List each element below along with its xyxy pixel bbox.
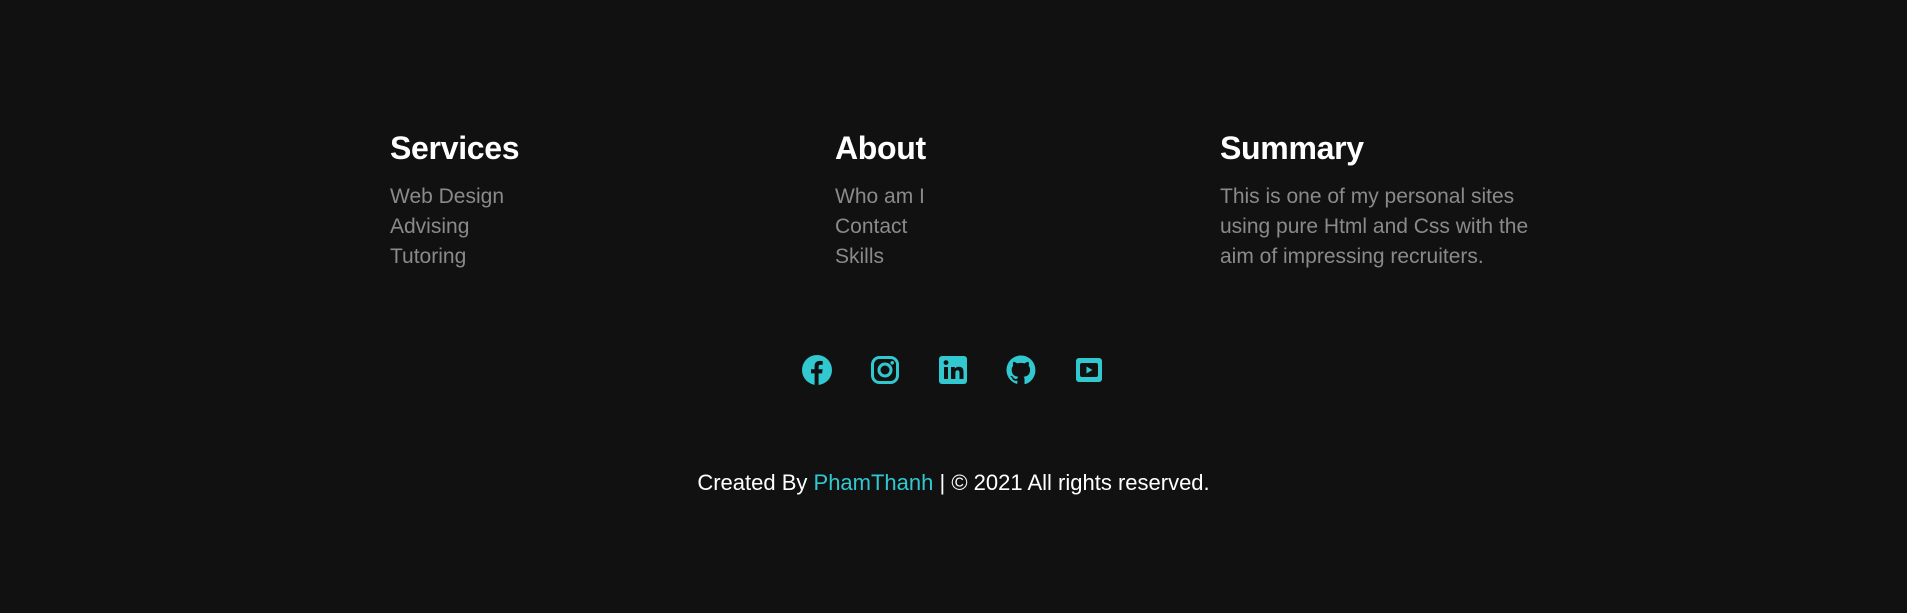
about-item-skills[interactable]: Skills — [835, 242, 926, 272]
facebook-link[interactable] — [801, 354, 833, 386]
summary-column: Summary This is one of my personal sites… — [1220, 128, 1560, 272]
github-link[interactable] — [1005, 354, 1037, 386]
services-item-tutoring[interactable]: Tutoring — [390, 242, 519, 272]
facebook-icon — [802, 355, 832, 385]
author-link[interactable]: PhamThanh — [814, 470, 934, 495]
youtube-link[interactable] — [1073, 354, 1105, 386]
about-column: About Who am I Contact Skills — [835, 128, 926, 272]
instagram-icon — [871, 356, 899, 384]
instagram-link[interactable] — [869, 354, 901, 386]
services-link[interactable]: Tutoring — [390, 245, 466, 268]
youtube-icon — [1076, 358, 1102, 382]
linkedin-icon — [939, 356, 967, 384]
copyright-line: Created By PhamThanh | © 2021 All rights… — [0, 468, 1907, 498]
summary-text: This is one of my personal sites using p… — [1220, 185, 1529, 268]
site-footer: Services Web Design Advising Tutoring Ab… — [0, 0, 1907, 613]
services-link[interactable]: Web Design — [390, 185, 504, 208]
services-list: Web Design Advising Tutoring — [390, 182, 519, 272]
github-icon — [1006, 355, 1036, 385]
copyright-prefix: Created By — [697, 470, 814, 495]
about-heading: About — [835, 130, 926, 166]
linkedin-link[interactable] — [937, 354, 969, 386]
about-item-contact[interactable]: Contact — [835, 212, 926, 242]
services-link[interactable]: Advising — [390, 215, 469, 238]
services-item-web-design[interactable]: Web Design — [390, 182, 519, 212]
about-link[interactable]: Contact — [835, 215, 907, 238]
services-column: Services Web Design Advising Tutoring — [390, 128, 520, 272]
services-heading: Services — [390, 130, 520, 166]
copyright-suffix: | © 2021 All rights reserved. — [933, 470, 1210, 495]
services-item-advising[interactable]: Advising — [390, 212, 519, 242]
about-list: Who am I Contact Skills — [835, 182, 926, 272]
summary-heading: Summary — [1220, 130, 1364, 166]
about-item-who-am-i[interactable]: Who am I — [835, 182, 926, 212]
about-link[interactable]: Who am I — [835, 185, 925, 208]
about-link[interactable]: Skills — [835, 245, 884, 268]
social-links — [801, 354, 1105, 386]
